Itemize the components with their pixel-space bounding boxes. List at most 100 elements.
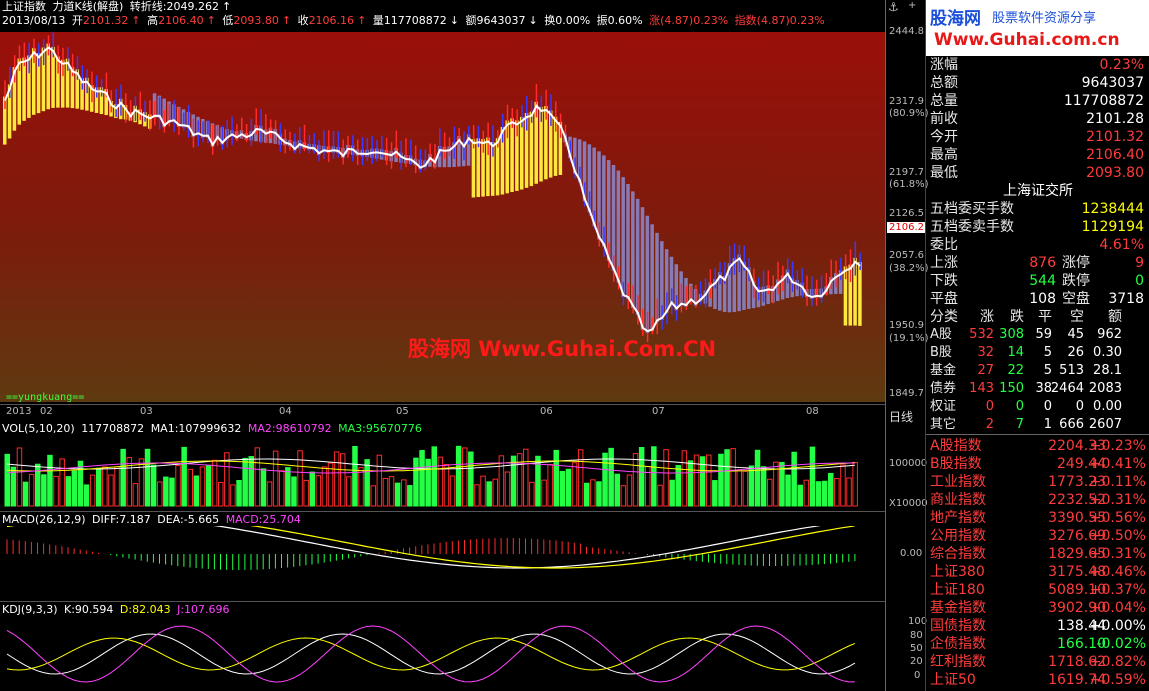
index-list-item[interactable]: 企债指数 166.10 -0.02%	[926, 635, 1149, 653]
period-label[interactable]: 日线	[889, 408, 913, 425]
category-cell: 2	[985, 417, 994, 432]
index-list-item[interactable]: 商业指数 2232.52 +0.31%	[926, 491, 1149, 509]
low-label: 低	[222, 14, 234, 27]
index-change: +0.50%	[1089, 528, 1146, 544]
volume-bar-down	[553, 449, 559, 507]
volume-bar-up	[541, 479, 547, 507]
volume-bar-up	[108, 474, 114, 507]
kdj-k: K:90.594	[64, 603, 114, 616]
index-change: +0.59%	[1089, 672, 1146, 688]
category-cell: 2607	[1088, 417, 1122, 432]
index-list-item[interactable]: 红利指数 1718.62 +0.82%	[926, 653, 1149, 671]
category-cell: 532	[969, 327, 994, 342]
kdj-header: KDJ(9,3,3) K:90.594 D:82.043 J:107.696	[2, 603, 233, 616]
index-list-item[interactable]: 国债指数 138.44 +0.00%	[926, 617, 1149, 635]
volume-bar-down	[797, 484, 803, 507]
volume-bar-up	[382, 477, 389, 507]
band-bar	[616, 170, 621, 283]
bar-date: 2013/08/13	[2, 14, 66, 27]
anchor-icon[interactable]: ⚓	[888, 0, 899, 14]
category-cell: 27	[977, 363, 994, 378]
volume-bar-down	[486, 481, 492, 507]
volume-bar-up	[315, 475, 322, 507]
axis-label: (80.9%)	[889, 108, 929, 119]
axis-label: 50	[910, 643, 923, 654]
indicator-name[interactable]: 力道K线(解盘)	[53, 0, 124, 13]
volume-bar-up	[157, 481, 163, 507]
volume-bar-down	[169, 477, 175, 507]
index-list-item[interactable]: A股指数 2204.33 +0.23%	[926, 437, 1149, 455]
volume-bar-down	[724, 449, 730, 507]
plus-icon[interactable]: +	[908, 0, 916, 11]
volume-bar-up	[114, 466, 120, 507]
volume-bar-down	[468, 451, 474, 507]
kdj-panel[interactable]	[0, 616, 885, 691]
index-list-item[interactable]: B股指数 249.44 +0.41%	[926, 455, 1149, 473]
yellow-kline-bar	[529, 111, 534, 187]
index-list-item[interactable]: 地产指数 3390.55 +0.56%	[926, 509, 1149, 527]
down-arrow-icon: ↓	[449, 14, 459, 27]
axis-label: 2197.7	[889, 167, 924, 178]
volume-bar-up	[16, 447, 23, 507]
index-name: 企债指数	[930, 636, 986, 652]
yellow-kline-bar	[510, 118, 514, 193]
macd-panel[interactable]	[0, 526, 885, 600]
index-name: 红利指数	[930, 654, 986, 670]
quote-row-value: 2101.32	[1086, 129, 1144, 145]
index-list-item[interactable]: 工业指数 1773.23 +0.11%	[926, 473, 1149, 491]
index-change: +0.56%	[1089, 510, 1146, 526]
quote-row-label: 最低	[930, 165, 958, 181]
category-cell: 其它	[930, 417, 957, 432]
index-name: 上证指数	[2, 0, 46, 13]
low-value: 2093.80	[233, 14, 279, 27]
breadth-label: 上涨	[930, 255, 958, 271]
volume-bar-down	[96, 467, 102, 507]
volume-panel[interactable]	[0, 436, 885, 510]
index-list-item[interactable]: 公用指数 3276.69 +0.50%	[926, 527, 1149, 545]
index-change: +0.37%	[1089, 582, 1146, 598]
index-name: 上证180	[930, 582, 985, 598]
volume-bar-down	[77, 460, 84, 507]
volume-bar-up	[462, 447, 468, 507]
axis-label: 0.00	[900, 548, 923, 559]
time-axis[interactable]: 2013 02 03 04 05 06 07 08	[0, 404, 885, 420]
quote-row-value: 2093.80	[1086, 165, 1144, 181]
category-cell: 143	[969, 381, 994, 396]
quote-row-label: 前收	[930, 111, 958, 127]
breadth-row: 平盘 108 空盘 3718	[926, 290, 1149, 308]
volume-bar-down	[181, 446, 187, 507]
chart-area[interactable]: 上证指数 力道K线(解盘) 转折线:2049.262 ↑ 2013/08/13 开…	[0, 0, 885, 691]
chart-header-line1: 上证指数 力道K线(解盘) 转折线:2049.262 ↑	[2, 0, 234, 13]
trend-label: 转折线:	[129, 0, 167, 13]
volume-bar-up	[840, 464, 846, 507]
volume-bar-down	[828, 472, 834, 507]
volume-bar-down	[675, 465, 681, 507]
volume-bar-up	[492, 478, 498, 507]
volume-bar-down	[71, 470, 78, 507]
volume-bar-down	[687, 460, 694, 507]
volume-bar-up	[102, 466, 108, 507]
macd-dea: DEA:-5.665	[157, 513, 220, 526]
volume-bar-down	[150, 464, 157, 507]
index-list-item[interactable]: 上证180 5089.10 +0.37%	[926, 581, 1149, 599]
breadth-label: 空盘	[1062, 291, 1090, 307]
volume-bar-up	[59, 458, 65, 507]
turnover-value: 0.00%	[555, 14, 591, 27]
volume-bar-down	[364, 459, 370, 507]
index-list-item[interactable]: 上证50 1619.74 +0.59%	[926, 671, 1149, 689]
index-list-item[interactable]: 上证380 3175.48 +0.46%	[926, 563, 1149, 581]
volume-bar-up	[706, 454, 712, 507]
high-value: 2106.40	[158, 14, 204, 27]
volume-bar-down	[4, 453, 10, 507]
volume-bar-down	[760, 466, 767, 507]
index-name: 商业指数	[930, 492, 986, 508]
index-list-item[interactable]: 综合指数 1829.65 +0.31%	[926, 545, 1149, 563]
axis-label: 20	[910, 656, 923, 667]
index-name: 上证380	[930, 564, 985, 580]
index-list-item[interactable]: 基金指数 3902.90 +0.04%	[926, 599, 1149, 617]
macd-header: MACD(26,12,9) DIFF:7.187 DEA:-5.665 MACD…	[2, 513, 304, 526]
volume-bar-down	[638, 447, 645, 507]
quote-row-value: 9643037	[1081, 75, 1144, 91]
index-change-label: 指数(4.87)	[734, 14, 790, 27]
volume-bar-up	[663, 449, 669, 507]
